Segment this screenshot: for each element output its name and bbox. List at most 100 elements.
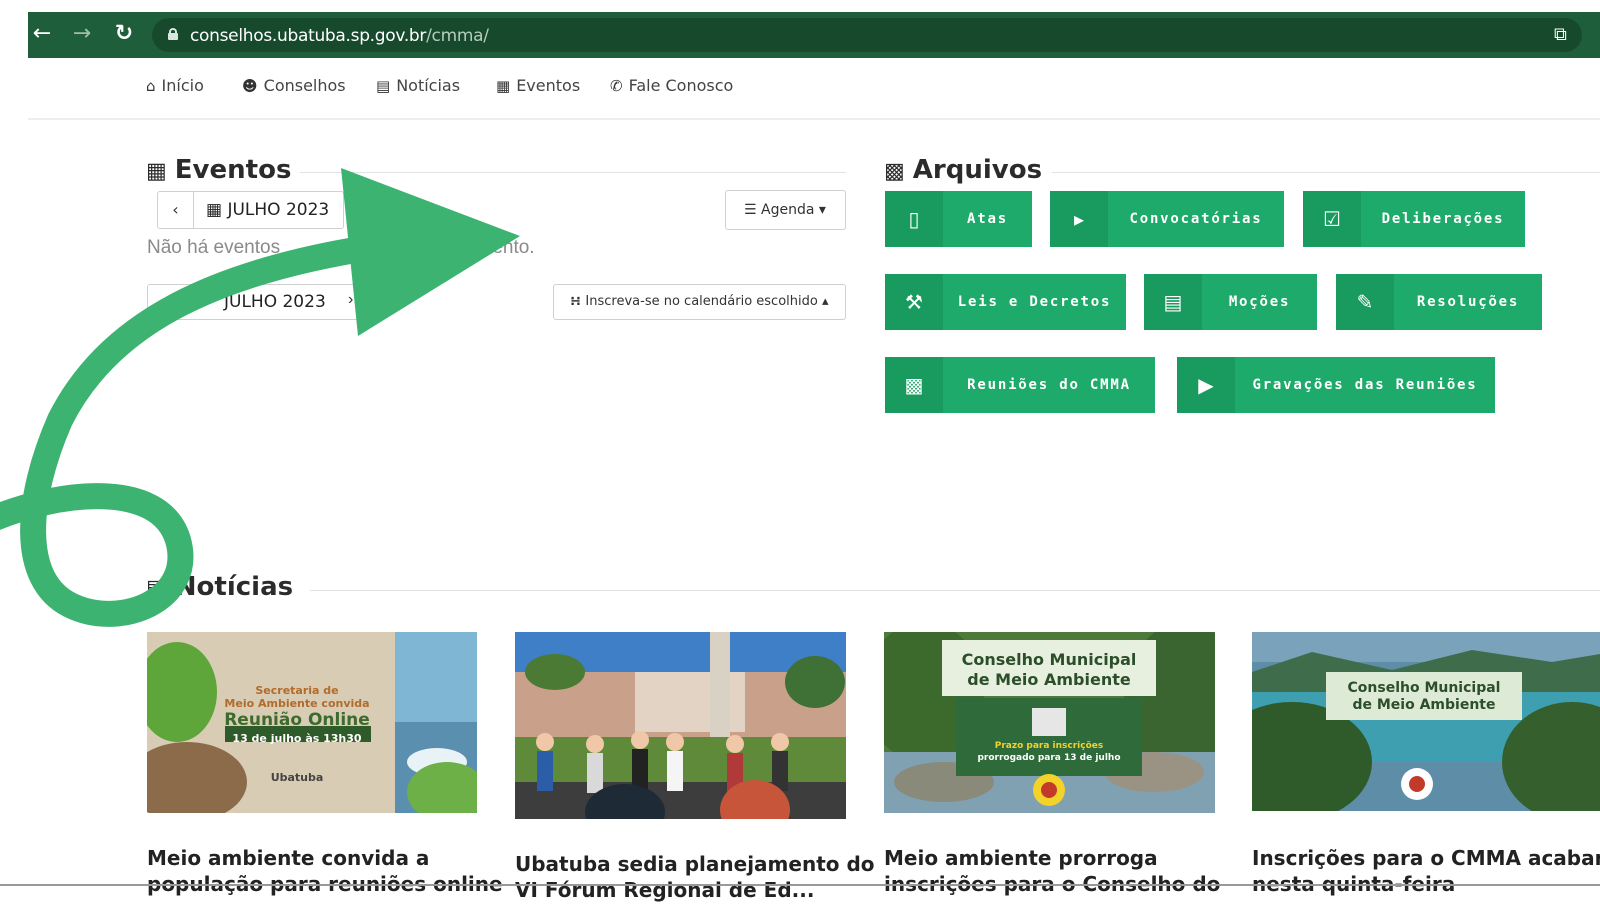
nav-item-fale-conosco[interactable]: ✆ Fale Conosco (610, 76, 733, 95)
nav-item-inicio[interactable]: ⌂ Início (146, 76, 204, 95)
image-caption: Reunião Online (224, 710, 370, 730)
news-image-2-art (515, 632, 846, 819)
image-caption: de Meio Ambiente (1352, 697, 1496, 713)
no-events-message: Não há eventos momento. (147, 237, 535, 259)
image-caption: Ubatuba (270, 771, 324, 784)
address-bar[interactable]: conselhos.ubatuba.sp.gov.br/cmma/ (152, 18, 1582, 52)
subscribe-label: Inscreva-se no calendário escolhido (585, 294, 818, 309)
back-arrow-icon[interactable]: ← (28, 20, 56, 48)
news-title-line: Meio ambiente prorroga (884, 846, 1158, 870)
heading-divider (300, 172, 846, 173)
button-label: Reuniões do CMMA (967, 377, 1131, 393)
noticias-title: Notícias (174, 572, 294, 602)
month-label[interactable]: ▦ JULHO 2023 (194, 192, 343, 228)
button-label: Atas (967, 211, 1008, 227)
image-caption: Secretaria de (255, 684, 339, 697)
news-title-4[interactable]: Inscrições para o CMMA acabam nesta quint… (1252, 845, 1600, 897)
phone-icon: ✆ (610, 77, 623, 95)
heading-divider (1052, 172, 1600, 173)
news-image-4[interactable]: Conselho Municipal de Meio Ambiente (1252, 632, 1600, 811)
users-icon: ☻ (242, 77, 258, 95)
button-label: Convocatórias (1129, 211, 1263, 227)
url-path: /cmma/ (426, 26, 489, 46)
image-caption: Conselho Municipal (1347, 680, 1501, 696)
subscribe-calendar-button[interactable]: ∺ Inscreva-se no calendário escolhido ▴ (553, 284, 846, 320)
news-image-4-art (1252, 632, 1600, 811)
news-image-3[interactable]: Conselho Municipal de Meio Ambiente Praz… (884, 632, 1215, 813)
image-caption: Prazo para inscrições (994, 741, 1104, 751)
forward-arrow-icon[interactable]: → (68, 20, 96, 48)
convocatorias-button[interactable]: ▸ Convocatórias (1050, 191, 1284, 247)
button-label: Moções (1228, 294, 1291, 310)
next-month-button[interactable]: › (348, 291, 353, 309)
no-events-text: Não há eventos (147, 237, 281, 258)
news-title-1[interactable]: Meio ambiente convida a população para re… (147, 845, 503, 897)
image-caption: 13 de julho às 13h30 (232, 732, 362, 745)
mocoes-button[interactable]: ▤ Moções (1144, 274, 1317, 330)
nav-label: Início (161, 76, 204, 95)
archive-icon: ▩ (884, 159, 905, 184)
button-label: Gravações das Reuniões (1252, 377, 1478, 393)
share-icon[interactable]: ⧉ (1554, 24, 1574, 45)
caret-up-icon: ▴ (817, 294, 829, 309)
calendar-month-selector-bottom: JULHO 2023 › (147, 284, 367, 320)
reload-icon[interactable]: ↻ (110, 20, 138, 48)
agenda-label: Agenda (761, 202, 815, 218)
eventos-title: Eventos (174, 155, 292, 185)
month-text: JULHO 2023 (224, 292, 326, 312)
button-label: Deliberações (1381, 211, 1505, 227)
nav-item-conselhos[interactable]: ☻ Conselhos (242, 76, 346, 95)
edit-icon: ✎ (1336, 274, 1394, 330)
megaphone-icon: ▸ (1050, 191, 1108, 247)
eventos-heading: ▦ Eventos (146, 155, 291, 185)
month-label-bottom[interactable]: JULHO 2023 (224, 292, 326, 312)
leis-decretos-button[interactable]: ⚒ Leis e Decretos (885, 274, 1126, 330)
site-navigation: ⌂ Início ☻ Conselhos ▤ Notícias ▦ Eventos ✆ F… (28, 58, 1600, 120)
newspaper-icon: ▤ (146, 576, 167, 601)
no-events-tail: momento. (450, 237, 535, 258)
calendar-icon: ▦ (146, 159, 167, 184)
list-icon: ☰ (744, 202, 762, 218)
file-icon: ▤ (1144, 274, 1202, 330)
noticias-heading: ▤ Notícias (146, 572, 293, 602)
arquivos-title: Arquivos (912, 155, 1043, 185)
agenda-view-button[interactable]: ☰ Agenda ▾ (725, 190, 846, 230)
nav-label: Fale Conosco (628, 76, 734, 95)
home-icon: ⌂ (146, 77, 156, 95)
nav-item-noticias[interactable]: ▤ Notícias (376, 76, 460, 95)
nav-label: Notícias (396, 76, 461, 95)
url-host: conselhos.ubatuba.sp.gov.br (190, 26, 427, 46)
url-text[interactable]: conselhos.ubatuba.sp.gov.br/cmma/ (190, 26, 489, 46)
lock-icon (168, 28, 178, 40)
gravacoes-reunioes-button[interactable]: ▶ Gravações das Reuniões (1177, 357, 1495, 413)
nav-item-eventos[interactable]: ▦ Eventos (496, 76, 580, 95)
image-caption: de Meio Ambiente (967, 670, 1131, 689)
caret-down-icon: ▾ (814, 202, 826, 218)
image-caption: Meio Ambiente convida (224, 697, 370, 710)
news-title-line: Inscrições para o CMMA acabam (1252, 846, 1600, 870)
news-title-2[interactable]: Ubatuba sedia planejamento do VI Fórum Re… (515, 851, 875, 903)
nav-label: Conselhos (263, 76, 346, 95)
image-caption: Conselho Municipal (961, 650, 1137, 669)
news-title-3[interactable]: Meio ambiente prorroga inscrições para o … (884, 845, 1220, 897)
archive-icon: ▩ (885, 357, 943, 413)
prev-month-button[interactable]: ‹ (158, 192, 194, 228)
nav-label: Eventos (516, 76, 581, 95)
rss-icon: ∺ (570, 294, 586, 309)
button-label: Resoluções (1416, 294, 1520, 310)
month-text: JULHO 2023 (227, 200, 330, 220)
deliberacoes-button[interactable]: ☑ Deliberações (1303, 191, 1525, 247)
reunioes-cmma-button[interactable]: ▩ Reuniões do CMMA (885, 357, 1155, 413)
button-label: Leis e Decretos (957, 294, 1112, 310)
calendar-icon: ▦ (206, 200, 228, 220)
news-image-1[interactable]: Secretaria de Meio Ambiente convida Reun… (147, 632, 477, 813)
resolucoes-button[interactable]: ✎ Resoluções (1336, 274, 1542, 330)
arquivos-heading: ▩ Arquivos (884, 155, 1042, 185)
calendar-month-selector: ‹ ▦ JULHO 2023 (157, 191, 345, 229)
bottom-divider (0, 884, 1600, 886)
atas-button[interactable]: ▯ Atas (885, 191, 1032, 247)
gavel-icon: ⚒ (885, 274, 943, 330)
image-caption: prorrogado para 13 de julho (977, 753, 1121, 763)
news-image-2[interactable] (515, 632, 846, 819)
news-title-line: Ubatuba sedia planejamento do (515, 852, 875, 876)
